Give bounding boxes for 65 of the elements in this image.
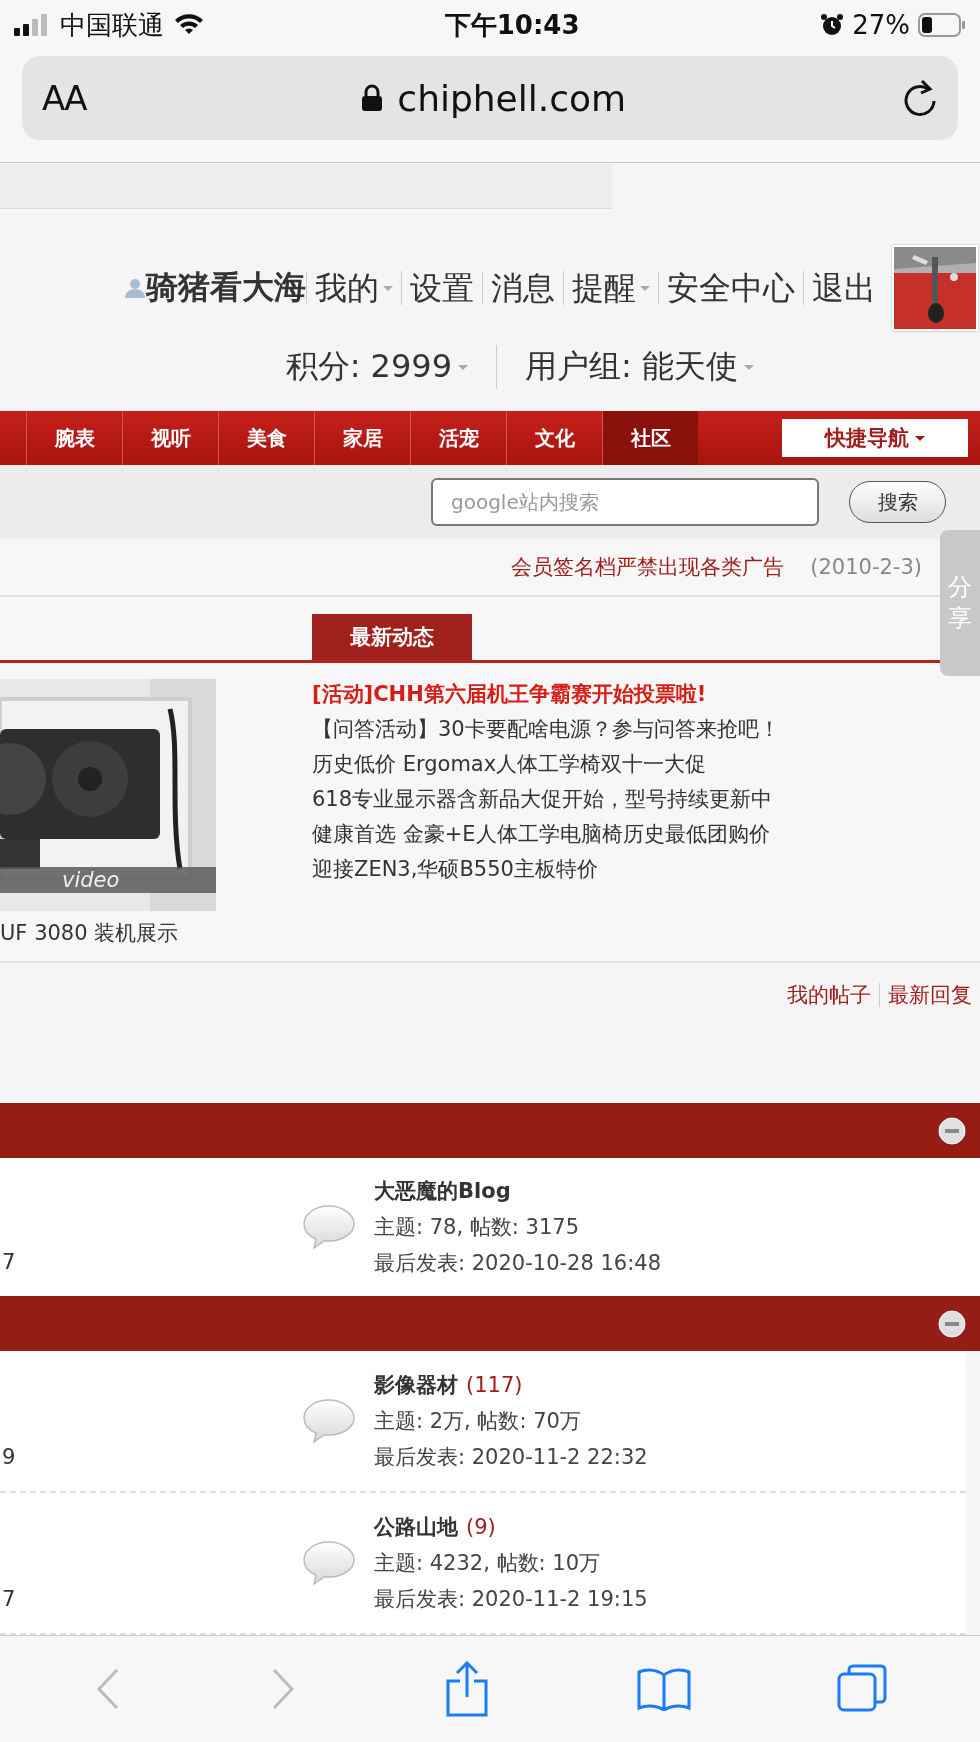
news-link[interactable]: 历史低价 Ergomax人体工学椅双十一大促 <box>312 751 780 778</box>
news-link[interactable]: 健康首选 金豪+E人体工学电脑椅历史最低团购价 <box>312 821 780 848</box>
address-text[interactable]: chiphell.com <box>397 77 627 119</box>
caret-icon <box>640 285 650 291</box>
nav-tab[interactable]: 社区 <box>602 411 698 465</box>
tabs-icon[interactable] <box>837 1664 888 1714</box>
forum-stats: 主题: 78, 帖数: 3175 <box>374 1214 581 1241</box>
forum-stats: 主题: 2万, 帖数: 70万 <box>374 1408 582 1435</box>
last-post: 最后发表: 2020-10-28 16:48 <box>374 1250 661 1277</box>
table-cell-text: 7 <box>2 1250 17 1276</box>
user-menu-link[interactable]: 我的 <box>306 271 401 305</box>
user-menu-link[interactable]: 设置 <box>401 271 482 305</box>
forum-count: (9) <box>466 1515 496 1539</box>
battery-icon <box>918 13 966 37</box>
quick-nav-button[interactable]: 快捷导航 <box>782 419 968 457</box>
news-link[interactable]: 【问答活动】30卡要配啥电源？参与问答来抢吧！ <box>312 716 780 743</box>
table-cell-text: 9 <box>2 1445 17 1471</box>
caret-icon <box>383 285 393 291</box>
search-field[interactable]: google站内搜索 <box>431 478 819 526</box>
wifi-icon <box>174 14 204 36</box>
user-stat-link[interactable]: 用户组: 能天使 <box>496 345 782 389</box>
signal-icon <box>14 14 50 36</box>
forum-name[interactable]: 大恶魔的Blog <box>374 1177 511 1205</box>
caret-icon <box>915 435 925 441</box>
share-icon[interactable] <box>444 1661 490 1717</box>
user-menu-link[interactable]: 退出 <box>803 271 884 305</box>
book-icon[interactable] <box>635 1667 692 1711</box>
my-posts-link[interactable]: 我的帖子 <box>779 983 879 1007</box>
lock-icon <box>361 84 384 112</box>
last-post: 最后发表: 2020-11-2 22:32 <box>374 1444 648 1471</box>
forum-name[interactable]: 影像器材 <box>374 1371 458 1399</box>
forum-name[interactable]: 公路山地 <box>374 1513 458 1541</box>
user-menu-link[interactable]: 提醒 <box>563 271 658 305</box>
video-label: video <box>0 867 216 893</box>
user-icon <box>124 277 146 299</box>
username[interactable]: 骑猪看大海 <box>146 266 306 310</box>
caret-icon <box>458 364 469 370</box>
notice-link[interactable]: 会员签名档严禁出现各类广告 <box>511 553 785 581</box>
forum-count: (117) <box>466 1373 523 1397</box>
alarm-icon <box>820 13 845 37</box>
carrier-name: 中国联通 <box>60 8 164 42</box>
caret-icon <box>744 364 754 370</box>
reload-icon[interactable] <box>902 79 938 117</box>
my-posts-link[interactable]: 最新回复 <box>879 983 980 1007</box>
news-link[interactable]: 618专业显示器含新品大促开始，型号持续更新中 <box>312 786 780 813</box>
text-size-button[interactable]: AA <box>42 78 86 118</box>
featured-caption[interactable]: UF 3080 装机展示 <box>0 919 216 947</box>
clock-time: 下午10:43 <box>444 8 580 42</box>
search-button[interactable]: 搜索 <box>849 481 946 523</box>
forum-stats: 主题: 4232, 帖数: 10万 <box>374 1550 602 1577</box>
latest-tab[interactable]: 最新动态 <box>312 614 472 660</box>
user-menu-link[interactable]: 安全中心 <box>658 271 803 305</box>
collapse-icon[interactable] <box>938 1116 966 1145</box>
news-link[interactable]: [活动]CHH第六届机王争霸赛开始投票啦! <box>312 681 780 708</box>
user-stat-link[interactable]: 积分: 2999 <box>257 345 497 389</box>
table-cell-text: 7 <box>2 1587 17 1613</box>
speech-bubble-icon <box>302 1204 356 1250</box>
news-link[interactable]: 迎接ZEN3,华硕B550主板特价 <box>312 856 780 883</box>
last-post: 最后发表: 2020-11-2 19:15 <box>374 1586 648 1613</box>
speech-bubble-icon <box>302 1540 356 1586</box>
collapse-icon[interactable] <box>938 1309 966 1338</box>
user-menu-link[interactable]: 消息 <box>482 271 563 305</box>
speech-bubble-icon <box>302 1398 356 1444</box>
battery-percent: 27% <box>852 10 910 40</box>
notice-date: (2010-2-3) <box>810 555 922 579</box>
